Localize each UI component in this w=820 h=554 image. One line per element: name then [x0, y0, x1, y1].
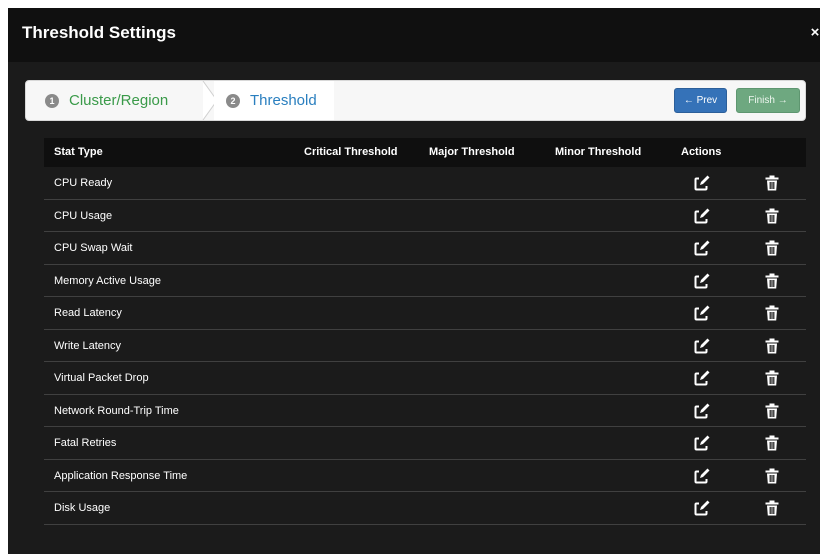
close-button[interactable]: × [810, 24, 820, 41]
finish-button[interactable]: Finish → [736, 88, 800, 113]
stat-type-cell: CPU Ready [54, 177, 113, 189]
threshold-table: Stat Type Critical Threshold Major Thres… [44, 138, 806, 525]
stat-type-cell: Application Response Time [54, 469, 188, 482]
stat-type-cell: Fatal Retries [54, 437, 117, 449]
table-row: Application Response Time [44, 460, 806, 492]
step-cluster-region[interactable]: 1 Cluster/Region [26, 81, 214, 120]
edit-icon[interactable] [694, 467, 710, 484]
column-header-critical-threshold[interactable]: Critical Threshold [304, 138, 398, 167]
trash-icon[interactable] [764, 208, 780, 224]
column-header-stat-type[interactable]: Stat Type [54, 138, 103, 167]
trash-icon[interactable] [764, 175, 780, 191]
edit-icon[interactable] [694, 240, 710, 256]
edit-icon[interactable] [694, 370, 710, 386]
prev-button[interactable]: ← Prev [674, 88, 727, 113]
edit-icon[interactable] [694, 272, 710, 289]
edit-icon[interactable] [694, 500, 710, 516]
trash-icon[interactable] [764, 468, 780, 484]
table-row: Virtual Packet Drop [44, 362, 806, 395]
edit-icon[interactable] [694, 337, 710, 354]
column-header-major-threshold[interactable]: Major Threshold [429, 138, 515, 167]
table-row: CPU Usage [44, 200, 806, 232]
trash-icon[interactable] [764, 240, 780, 256]
table-row: Disk Usage [44, 492, 806, 525]
stat-type-cell: Virtual Packet Drop [54, 372, 149, 384]
edit-icon[interactable] [694, 175, 710, 191]
trash-icon[interactable] [764, 500, 780, 516]
edit-icon[interactable] [694, 435, 710, 451]
table-header-row: Stat Type Critical Threshold Major Thres… [44, 138, 806, 167]
stat-type-cell: Network Round-Trip Time [54, 404, 179, 417]
table-row: CPU Swap Wait [44, 232, 806, 265]
table-row: Network Round-Trip Time [44, 395, 806, 427]
trash-icon[interactable] [764, 370, 780, 386]
table-row: Memory Active Usage [44, 265, 806, 297]
trash-icon[interactable] [764, 273, 780, 289]
step-number-badge: 1 [45, 93, 59, 108]
modal-title: Threshold Settings [22, 23, 176, 42]
table-row: Read Latency [44, 297, 806, 330]
edit-icon[interactable] [694, 207, 710, 224]
table-row: Fatal Retries [44, 427, 806, 460]
trash-icon[interactable] [764, 435, 780, 451]
step-threshold[interactable]: 2 Threshold [214, 81, 334, 120]
trash-icon[interactable] [764, 338, 780, 354]
table-row: Write Latency [44, 330, 806, 362]
step-label: Threshold [250, 92, 317, 109]
step-label: Cluster/Region [69, 92, 169, 109]
table-body: CPU Ready CPU Usage CPU Swap Wait Memory… [44, 167, 806, 525]
stat-type-cell: Memory Active Usage [54, 274, 161, 287]
edit-icon[interactable] [694, 402, 710, 419]
stat-type-cell: CPU Usage [54, 209, 113, 222]
wizard-steps: 1 Cluster/Region 2 Threshold ← Prev Fini… [25, 80, 806, 121]
stat-type-cell: Disk Usage [54, 502, 111, 514]
step-number-badge: 2 [226, 93, 240, 108]
stat-type-cell: CPU Swap Wait [54, 242, 133, 254]
table-row: CPU Ready [44, 167, 806, 200]
column-header-minor-threshold[interactable]: Minor Threshold [555, 138, 641, 167]
threshold-settings-modal: Threshold Settings × 1 Cluster/Region 2 … [8, 8, 820, 554]
column-header-actions: Actions [681, 146, 722, 158]
trash-icon[interactable] [764, 403, 780, 419]
trash-icon[interactable] [764, 305, 780, 321]
stat-type-cell: Read Latency [54, 307, 122, 319]
modal-header: Threshold Settings × [8, 8, 820, 62]
edit-icon[interactable] [694, 305, 710, 321]
stat-type-cell: Write Latency [54, 339, 122, 352]
